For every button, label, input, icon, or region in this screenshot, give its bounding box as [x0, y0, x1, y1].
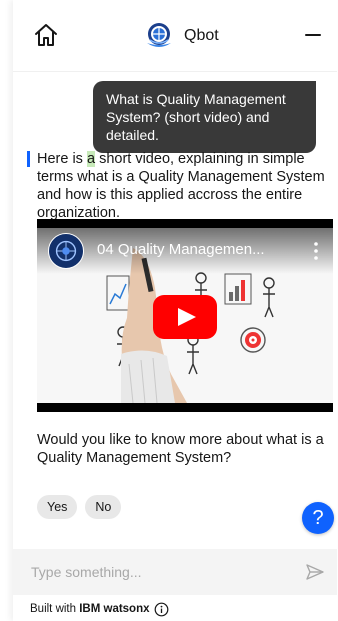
footer: Built with IBM watsonx	[13, 595, 337, 621]
bot-message-text: Here is a short video, explaining in sim…	[37, 150, 331, 222]
chat-window: Qbot What is Quality Management System? …	[13, 0, 337, 621]
bot-avatar-icon	[147, 23, 171, 47]
bot-message-indicator	[27, 151, 30, 167]
youtube-play-icon[interactable]	[153, 295, 217, 339]
bot-message-part: Here is	[37, 151, 87, 167]
no-button[interactable]: No	[85, 495, 122, 519]
bot-name: Qbot	[184, 27, 219, 44]
header-divider	[13, 71, 337, 72]
user-message-bubble: What is Quality Management System? (shor…	[93, 81, 316, 153]
message-input[interactable]	[23, 559, 299, 585]
more-vertical-icon[interactable]	[312, 241, 320, 261]
video-player[interactable]: 04 Quality Managemen...	[37, 219, 333, 412]
video-title[interactable]: 04 Quality Managemen...	[97, 241, 297, 258]
option-buttons: Yes No	[37, 495, 122, 519]
footer-prefix: Built with	[30, 603, 80, 615]
footer-brand: IBM watsonx	[79, 603, 150, 615]
minimize-icon[interactable]	[303, 24, 323, 44]
input-area	[13, 549, 337, 595]
bot-message-highlight: a	[86, 151, 96, 167]
help-button[interactable]: ?	[302, 502, 334, 534]
follow-up-question: Would you like to know more about what i…	[37, 432, 324, 466]
chat-header: Qbot	[13, 0, 337, 72]
info-icon[interactable]	[154, 602, 169, 617]
footer-text: Built with IBM watsonx	[30, 603, 150, 615]
yes-button[interactable]: Yes	[37, 495, 78, 519]
home-icon[interactable]	[33, 22, 59, 48]
send-icon[interactable]	[305, 562, 325, 582]
channel-logo-icon[interactable]	[48, 233, 84, 269]
